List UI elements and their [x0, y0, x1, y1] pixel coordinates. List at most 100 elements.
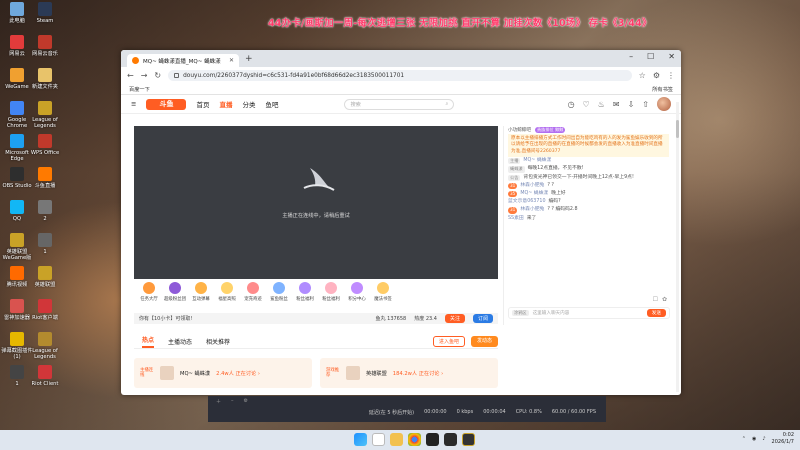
back-icon[interactable]: ← — [127, 71, 134, 80]
history-icon[interactable]: ◷ — [568, 100, 575, 109]
download-icon[interactable]: ⇩ — [628, 100, 635, 109]
obs-gear-icon[interactable]: ⚙ — [244, 398, 248, 404]
reload-icon[interactable]: ↻ — [154, 71, 161, 80]
file-explorer-icon[interactable] — [390, 433, 403, 446]
forward-icon[interactable]: → — [141, 71, 148, 80]
search-icon[interactable]: ⌕ — [446, 101, 449, 108]
hamburger-icon[interactable]: ≡ — [131, 100, 136, 108]
nav-home[interactable]: 首页 — [196, 99, 209, 109]
video-player[interactable]: 主播正在连线中，请稍后重试 — [134, 126, 498, 279]
fan-level-badge: 31 — [508, 182, 518, 190]
new-tab-icon[interactable]: + — [245, 54, 253, 64]
app-icon — [38, 2, 52, 16]
chat-username[interactable]: 林森小肥兔 — [520, 183, 544, 189]
bookmark-all[interactable]: 所有书签 — [652, 86, 673, 93]
chat-username[interactable]: MQ~ 蝇蛛漾 — [520, 191, 548, 197]
url-field[interactable]: douyu.com/2260377dyshid=c6c531-fd4a91e0b… — [168, 70, 632, 81]
volume-icon[interactable]: ♪ — [762, 436, 765, 442]
gift-item[interactable]: 积分中心 — [346, 282, 368, 302]
tab-streamer-updates[interactable]: 主播动态 — [168, 337, 192, 346]
recommend-card[interactable]: 游戏推荐 英雄联盟 184.2w人 正在讨论 › — [320, 358, 498, 388]
desktop-icon[interactable]: League of Legends — [26, 332, 64, 360]
scrollbar-thumb[interactable] — [676, 120, 679, 138]
network-icon[interactable]: ◉ — [752, 436, 756, 442]
gift-item[interactable]: 宠充奇迹 — [242, 282, 264, 302]
free-card-notice[interactable]: 你有【10小卡】可领取! — [139, 315, 192, 322]
recommend-card[interactable]: 主播连线 MQ~ 蝇蛛漾 2.4w人 正在讨论 › — [134, 358, 312, 388]
clock-date: 2026/1/7 — [771, 438, 794, 445]
chat-input[interactable]: 涂鸦区 这里输入聊天内容 发送 — [508, 307, 670, 319]
gift-item[interactable]: 超级粉丝团 — [164, 282, 186, 302]
chat-username[interactable]: SS素田 — [508, 216, 524, 222]
obs-icon[interactable] — [426, 433, 439, 446]
app-icon — [38, 167, 52, 181]
page-scrollbar[interactable] — [676, 102, 679, 392]
chat-username[interactable]: 蓝文示意063710 — [508, 199, 546, 205]
tab-related[interactable]: 相关推荐 — [206, 337, 230, 346]
tab-hot[interactable]: 热点 — [142, 335, 155, 348]
desktop-icon[interactable]: 1 — [26, 233, 64, 255]
terminal-icon[interactable] — [444, 433, 457, 446]
doodle-badge[interactable]: 涂鸦区 — [512, 310, 529, 316]
gift-label: 积分中心 — [348, 297, 366, 302]
windows-start-icon[interactable] — [354, 433, 367, 446]
desktop-icon[interactable]: Steam — [26, 2, 64, 24]
post-update-button[interactable]: 发动态 — [470, 336, 498, 347]
nav-category[interactable]: 分类 — [242, 99, 255, 109]
close-tab-icon[interactable]: ✕ — [229, 57, 234, 64]
gift-item[interactable]: 粉丝福利 — [320, 282, 342, 302]
gift-item[interactable]: 任务大厅 — [138, 282, 160, 302]
nav-live[interactable]: 直播 — [219, 99, 232, 109]
desktop-icon[interactable]: League of Legends — [26, 101, 64, 129]
gift-icon[interactable]: ✿ — [662, 296, 667, 303]
chrome-icon[interactable] — [408, 433, 421, 446]
subscribe-button[interactable]: 订阅 — [472, 314, 493, 323]
close-window-icon[interactable]: ✕ — [668, 52, 675, 61]
star-icon[interactable]: ☆ — [639, 71, 646, 80]
desktop-icon[interactable]: Riot Client — [26, 365, 64, 387]
follow-button[interactable]: 关注 — [444, 314, 465, 323]
tray-chevron-icon[interactable]: ⌃ — [742, 436, 746, 442]
obs-add-icon[interactable]: ＋ — [216, 398, 221, 405]
obs-controls: ＋ – ⚙ — [208, 396, 606, 406]
minimize-icon[interactable]: – — [629, 52, 633, 61]
obs-remove-icon[interactable]: – — [231, 398, 234, 404]
send-button[interactable]: 发送 — [646, 309, 666, 317]
league-icon[interactable] — [462, 433, 475, 446]
desktop-icon[interactable]: 英雄联盟 — [26, 266, 64, 288]
extensions-icon[interactable]: ⚙ — [653, 71, 660, 80]
upload-icon[interactable]: ⇧ — [642, 100, 649, 109]
douyu-logo[interactable]: 斗鱼 — [146, 98, 187, 110]
maximize-icon[interactable]: ☐ — [647, 52, 654, 61]
gift-item[interactable]: 粉丝福利 — [294, 282, 316, 302]
system-tray: ⌃ ◉ ♪ 0:02 2026/1/7 — [742, 432, 794, 445]
fire-icon[interactable]: ♨ — [598, 100, 605, 109]
gift-item[interactable]: 福星高照 — [216, 282, 238, 302]
bookmark-baidu[interactable]: 百度一下 — [129, 86, 150, 93]
app-icon — [10, 101, 24, 115]
follow-heart-icon[interactable]: ♡ — [583, 100, 590, 109]
desktop-icon-label: Riot Client — [31, 381, 59, 387]
site-search-input[interactable]: 搜索 ⌕ — [344, 98, 455, 110]
desktop-icon[interactable]: Riot客户端 — [26, 299, 64, 321]
desktop-icon[interactable]: 2 — [26, 200, 64, 222]
search-icon[interactable] — [372, 433, 385, 446]
gift-item[interactable]: 魔法书签 — [372, 282, 394, 302]
clock[interactable]: 0:02 2026/1/7 — [772, 432, 794, 445]
nav-yuba[interactable]: 鱼吧 — [265, 99, 278, 109]
gift-item[interactable]: 鲨鱼粉丝 — [268, 282, 290, 302]
menu-dots-icon[interactable]: ⋮ — [667, 71, 675, 80]
desktop-icon[interactable]: 新建文件夹 — [26, 68, 64, 90]
chat-username[interactable]: MQ~ 蝇蛛漾 — [523, 158, 551, 164]
app-icon — [38, 266, 52, 280]
gift-item[interactable]: 互动弹幕 — [190, 282, 212, 302]
message-icon[interactable]: ✉ — [613, 100, 620, 109]
checkbox-icon[interactable]: ☐ — [653, 296, 658, 303]
user-avatar[interactable] — [657, 97, 671, 111]
chat-username[interactable]: 林森小肥兔 — [520, 207, 544, 213]
desktop-icon[interactable]: 网易云音乐 — [26, 35, 64, 57]
desktop-icon[interactable]: WPS Office — [26, 134, 64, 156]
browser-tab[interactable]: MQ~ 蝇蛛漾直播_MQ~ 蝇蛛漾 ✕ — [127, 54, 239, 67]
desktop-icon[interactable]: 斗鱼直播 — [26, 167, 64, 189]
enter-yuba-button[interactable]: 进入鱼吧 — [432, 336, 465, 347]
